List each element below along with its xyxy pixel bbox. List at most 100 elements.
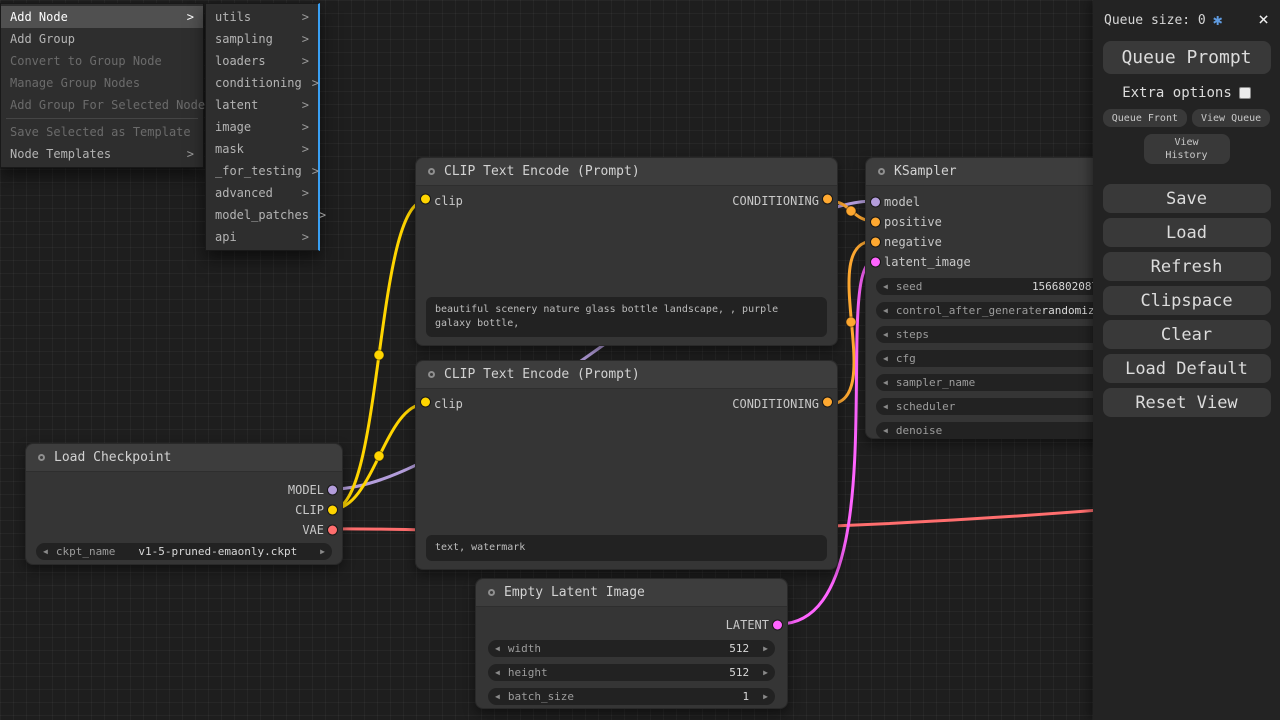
submenu-arrow-icon: > <box>312 164 319 178</box>
slot-row: LATENT <box>476 615 787 635</box>
submenu-item-model-patches[interactable]: model_patches > <box>206 204 318 226</box>
control-after-generate-widget[interactable]: ◀ control_after_generate randomize ▶ <box>876 302 1124 319</box>
negative-input-slot[interactable] <box>871 238 880 247</box>
submenu-item-loaders[interactable]: loaders > <box>206 50 318 72</box>
menu-item-label: Add Node <box>10 10 68 24</box>
conditioning-output-slot[interactable] <box>823 195 832 204</box>
step-left-icon[interactable]: ◀ <box>883 307 888 315</box>
widget-label: height <box>508 666 548 679</box>
node-clip-text-encode-2[interactable]: CLIP Text Encode (Prompt) clip CONDITION… <box>415 360 838 570</box>
queue-prompt-button[interactable]: Queue Prompt <box>1103 41 1271 74</box>
scheduler-widget[interactable]: ◀ scheduler ▶ <box>876 398 1124 415</box>
prompt-textarea[interactable]: text, watermark <box>426 535 827 561</box>
node-header[interactable]: CLIP Text Encode (Prompt) <box>416 361 837 389</box>
queue-size-label: Queue size: 0 <box>1104 13 1206 28</box>
ckpt-name-widget[interactable]: ◀ ckpt_name v1-5-pruned-emaonly.ckpt ▶ <box>36 543 332 560</box>
submenu-item-conditioning[interactable]: conditioning > <box>206 72 318 94</box>
menu-item-save-selected-template: Save Selected as Template <box>1 121 203 143</box>
menu-item-label: utils <box>215 10 251 24</box>
menu-item-add-group[interactable]: Add Group <box>1 28 203 50</box>
node-header[interactable]: Empty Latent Image <box>476 579 787 607</box>
model-input-slot[interactable] <box>871 198 880 207</box>
submenu-item-mask[interactable]: mask > <box>206 138 318 160</box>
step-left-icon[interactable]: ◀ <box>43 548 48 556</box>
node-title: CLIP Text Encode (Prompt) <box>444 367 640 382</box>
menu-item-node-templates[interactable]: Node Templates > <box>1 143 203 165</box>
menu-item-label: model_patches <box>215 208 309 222</box>
queue-front-button[interactable]: Queue Front <box>1103 109 1187 127</box>
step-left-icon[interactable]: ◀ <box>495 669 500 677</box>
submenu-item-latent[interactable]: latent > <box>206 94 318 116</box>
latent-image-input-slot[interactable] <box>871 258 880 267</box>
node-canvas[interactable]: CLIP Text Encode (Prompt) clip CONDITION… <box>0 0 1280 720</box>
clip-input-slot[interactable] <box>421 195 430 204</box>
conditioning-output-slot[interactable] <box>823 398 832 407</box>
widget-value: 1 <box>743 690 750 703</box>
batch-size-widget[interactable]: ◀ batch_size 1 ▶ <box>488 688 775 705</box>
step-right-icon[interactable]: ▶ <box>763 693 768 701</box>
menu-item-label: latent <box>215 98 258 112</box>
submenu-item-utils[interactable]: utils > <box>206 6 318 28</box>
node-header[interactable]: CLIP Text Encode (Prompt) <box>416 158 837 186</box>
node-empty-latent-image[interactable]: Empty Latent Image LATENT ◀ width 512 ▶ … <box>475 578 788 709</box>
load-default-button[interactable]: Load Default <box>1103 354 1271 383</box>
submenu-arrow-icon: > <box>187 147 194 161</box>
view-queue-button[interactable]: View Queue <box>1192 109 1270 127</box>
step-right-icon[interactable]: ▶ <box>763 645 768 653</box>
cfg-widget[interactable]: ◀ cfg ▶ <box>876 350 1124 367</box>
submenu-arrow-icon: > <box>302 120 309 134</box>
step-left-icon[interactable]: ◀ <box>883 331 888 339</box>
positive-input-slot[interactable] <box>871 218 880 227</box>
settings-gear-icon[interactable]: ✱ <box>1213 12 1223 28</box>
refresh-button[interactable]: Refresh <box>1103 252 1271 281</box>
step-left-icon[interactable]: ◀ <box>883 403 888 411</box>
submenu-item-advanced[interactable]: advanced > <box>206 182 318 204</box>
step-right-icon[interactable]: ▶ <box>763 669 768 677</box>
view-history-button[interactable]: View History <box>1144 134 1230 164</box>
load-button[interactable]: Load <box>1103 218 1271 247</box>
menu-item-label: Save Selected as Template <box>10 125 191 139</box>
reset-view-button[interactable]: Reset View <box>1103 388 1271 417</box>
clear-button[interactable]: Clear <box>1103 320 1271 349</box>
step-left-icon[interactable]: ◀ <box>883 283 888 291</box>
submenu-item-for-testing[interactable]: _for_testing > <box>206 160 318 182</box>
step-right-icon[interactable]: ▶ <box>320 548 325 556</box>
extra-options-checkbox[interactable] <box>1239 87 1251 99</box>
widget-label: steps <box>896 328 929 341</box>
latent-output-slot[interactable] <box>773 621 782 630</box>
submenu-item-sampling[interactable]: sampling > <box>206 28 318 50</box>
prompt-textarea[interactable]: beautiful scenery nature glass bottle la… <box>426 297 827 337</box>
denoise-widget[interactable]: ◀ denoise ▶ <box>876 422 1124 439</box>
close-icon[interactable]: × <box>1258 11 1269 29</box>
vae-output-slot[interactable] <box>328 526 337 535</box>
submenu-item-api[interactable]: api > <box>206 226 318 248</box>
seed-widget[interactable]: ◀ seed 1566802087 ▶ <box>876 278 1124 295</box>
submenu-item-image[interactable]: image > <box>206 116 318 138</box>
node-header[interactable]: Load Checkpoint <box>26 444 342 472</box>
input-slot-label: positive <box>884 215 942 229</box>
input-slot-label: clip <box>434 397 463 411</box>
step-left-icon[interactable]: ◀ <box>883 355 888 363</box>
slot-row: VAE <box>26 520 342 540</box>
step-left-icon[interactable]: ◀ <box>883 427 888 435</box>
node-load-checkpoint[interactable]: Load Checkpoint MODEL CLIP VAE ◀ ckpt_na… <box>25 443 343 565</box>
sampler-name-widget[interactable]: ◀ sampler_name ▶ <box>876 374 1124 391</box>
widget-label: width <box>508 642 541 655</box>
menu-item-add-node[interactable]: Add Node > <box>1 6 203 28</box>
submenu-arrow-icon: > <box>302 98 309 112</box>
height-widget[interactable]: ◀ height 512 ▶ <box>488 664 775 681</box>
clip-input-slot[interactable] <box>421 398 430 407</box>
step-left-icon[interactable]: ◀ <box>883 379 888 387</box>
step-left-icon[interactable]: ◀ <box>495 693 500 701</box>
clip-output-slot[interactable] <box>328 506 337 515</box>
model-output-slot[interactable] <box>328 486 337 495</box>
clipspace-button[interactable]: Clipspace <box>1103 286 1271 315</box>
submenu-arrow-icon: > <box>302 230 309 244</box>
steps-widget[interactable]: ◀ steps ▶ <box>876 326 1124 343</box>
step-left-icon[interactable]: ◀ <box>495 645 500 653</box>
widget-label: sampler_name <box>896 376 975 389</box>
width-widget[interactable]: ◀ width 512 ▶ <box>488 640 775 657</box>
save-button[interactable]: Save <box>1103 184 1271 213</box>
slot-row: clip CONDITIONING <box>416 186 837 212</box>
node-clip-text-encode-1[interactable]: CLIP Text Encode (Prompt) clip CONDITION… <box>415 157 838 346</box>
